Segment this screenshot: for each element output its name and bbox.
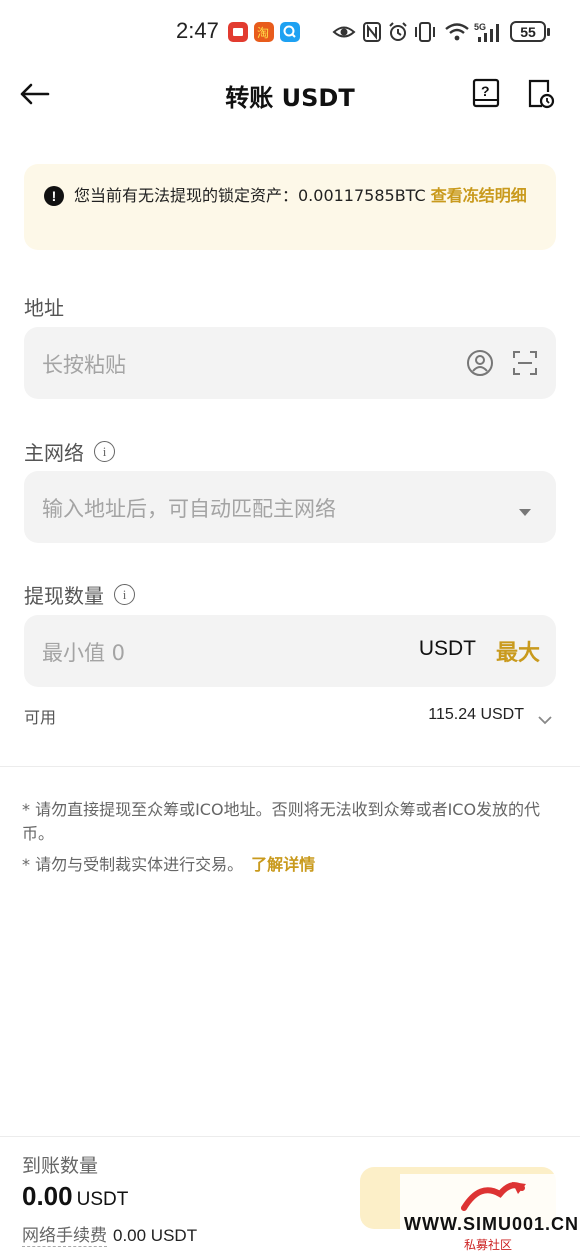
address-book-icon[interactable] [466, 349, 494, 381]
svg-text:?: ? [481, 83, 490, 99]
scan-icon[interactable] [512, 350, 538, 380]
tip-sanctions: * 请勿与受制裁实体进行交易。 了解详情 [22, 853, 562, 877]
available-balance-row[interactable]: 可用 115.24 USDT [24, 704, 556, 730]
network-label-text: 主网络 [24, 441, 84, 465]
network-select[interactable]: 输入地址后，可自动匹配主网络 [24, 471, 556, 543]
arrival-amount: 0.00 USDT [22, 1181, 128, 1212]
status-time: 2:47 [176, 18, 219, 43]
notice-text: 您当前有无法提现的锁定资产：0.00117585BTC 查看冻结明细 [74, 184, 544, 208]
available-value: 115.24 USDT [428, 706, 524, 723]
available-label: 可用 [24, 708, 57, 727]
chevron-down-icon [538, 710, 552, 729]
help-book-icon[interactable]: ? [472, 78, 502, 110]
top-bar: 转账 USDT ? [0, 64, 580, 124]
locked-assets-notice: ! 您当前有无法提现的锁定资产：0.00117585BTC 查看冻结明细 [24, 164, 556, 250]
network-fee-row: 网络手续费 0.00 USDT [22, 1221, 198, 1247]
amount-unit: USDT [418, 637, 476, 660]
address-input[interactable]: 长按粘贴 [24, 327, 556, 399]
dropdown-caret-icon [518, 502, 532, 521]
wifi-icon [444, 20, 470, 44]
section-divider [0, 766, 580, 767]
address-placeholder: 长按粘贴 [42, 353, 126, 377]
view-frozen-details-link[interactable]: 查看冻结明细 [431, 186, 527, 205]
address-label-text: 地址 [24, 296, 64, 320]
watermark-subtext: 私募社区 [464, 1238, 513, 1252]
tip-sanctions-text: * 请勿与受制裁实体进行交易。 [22, 855, 244, 874]
app-taobao-icon: 淘 [254, 22, 274, 42]
battery-indicator: 55 [510, 21, 550, 42]
svg-text:淘: 淘 [257, 26, 269, 40]
nfc-icon [362, 20, 382, 44]
watermark-overlay: WWW.SIMU001.CN 私募社区 [400, 1174, 580, 1256]
info-icon[interactable]: i [114, 584, 135, 605]
app-red-icon [228, 22, 248, 42]
watermark-text: WWW.SIMU001.CN [404, 1214, 580, 1234]
network-fee-value: 0.00 USDT [113, 1226, 198, 1245]
app-search-icon [280, 22, 300, 42]
tip-ico-warning: * 请勿直接提现至众筹或ICO地址。否则将无法收到众筹或者ICO发放的代币。 [22, 800, 541, 843]
arrival-amount-label: 到账数量 [22, 1155, 99, 1177]
amount-placeholder: 最小值 0 [42, 641, 126, 665]
arrival-amount-unit: USDT [76, 1189, 129, 1210]
learn-more-link[interactable]: 了解详情 [251, 855, 315, 874]
alarm-icon [388, 20, 408, 44]
amount-input[interactable]: 最小值 0 USDT 最大 [24, 615, 556, 687]
signal-5g-icon: 5G [474, 20, 504, 44]
network-placeholder: 输入地址后，可自动匹配主网络 [42, 497, 336, 521]
notice-message: 您当前有无法提现的锁定资产：0.00117585BTC [74, 186, 431, 205]
exclamation-icon: ! [44, 186, 64, 206]
max-button[interactable]: 最大 [496, 635, 540, 667]
info-icon[interactable]: i [94, 441, 115, 462]
eye-icon [332, 20, 356, 44]
svg-text:5G: 5G [474, 22, 486, 32]
amount-label-text: 提现数量 [24, 584, 104, 608]
status-bar: 2:47 淘 5G 55 [0, 0, 580, 64]
address-label: 地址 [24, 292, 64, 321]
arrival-amount-value: 0.00 [22, 1181, 73, 1211]
vibrate-icon [414, 20, 436, 44]
history-record-icon[interactable] [526, 78, 556, 110]
network-label: 主网络 i [24, 437, 115, 466]
amount-label: 提现数量 i [24, 580, 135, 609]
network-fee-label[interactable]: 网络手续费 [22, 1226, 107, 1247]
